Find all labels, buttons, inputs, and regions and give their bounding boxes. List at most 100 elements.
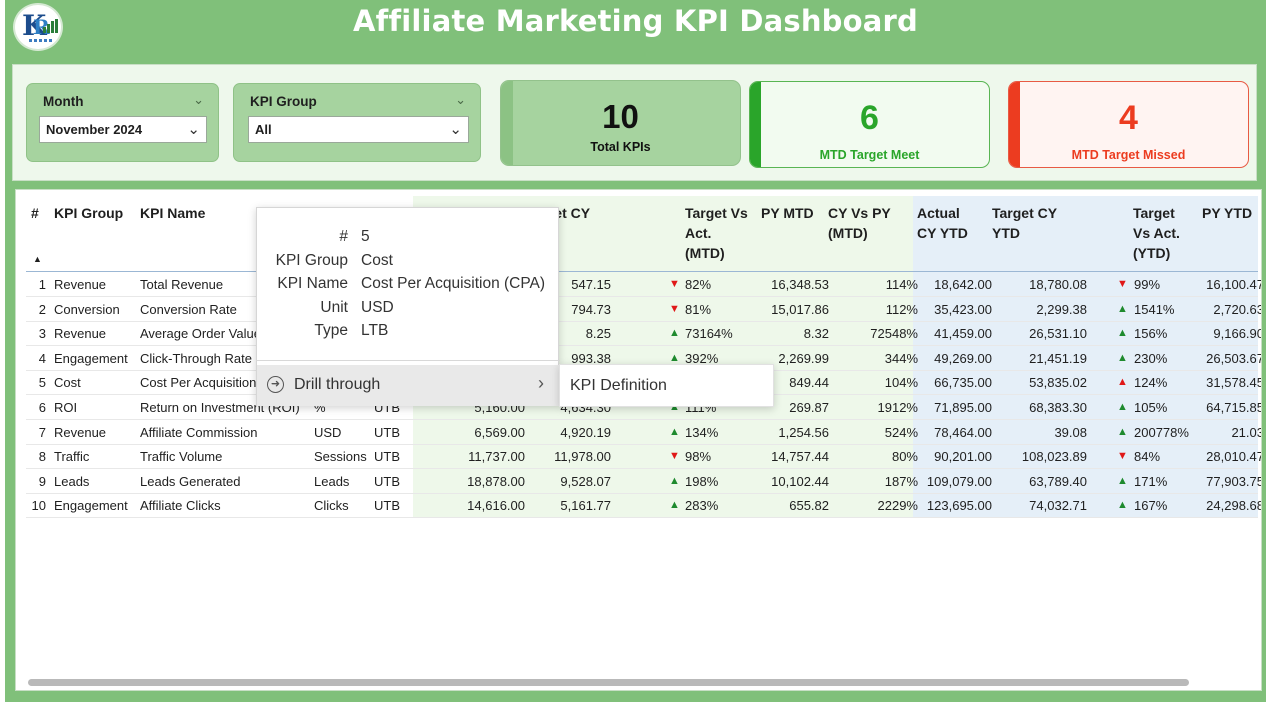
table-row[interactable]: 10 Engagement Affiliate Clicks Clicks UTB 14,… [26,494,1261,519]
cell-target-cy-ytd: 108,023.89 [1021,449,1087,465]
cell-type: UTB [374,449,400,465]
cell-cy-vs-py-mtd: 104% [884,375,918,391]
cell-actual-cy-mtd: 11,737.00 [468,449,525,465]
cell-target-cy-ytd: 26,531.10 [1029,326,1087,342]
cell-kpi-name: Affiliate Commission [140,424,258,440]
table-row[interactable]: 8 Traffic Traffic Volume Sessions UTB 11,737.… [26,445,1261,470]
cell-index: 1 [38,277,46,292]
cell-target-vs-act-ytd: 167% [1134,498,1168,514]
table-row[interactable]: 9 Leads Leads Generated Leads UTB 18,878.00 9,… [26,470,1261,494]
cell-actual-cy-ytd: 123,695.00 [926,498,992,514]
arrow-up-ytd-status-icon: ▲ [1117,351,1128,364]
arrow-up-mtd-status-icon: ▲ [669,425,680,438]
cell-cy-vs-py-mtd: 1912% [877,400,918,415]
header-target-vs-act-ytd[interactable]: Target Vs Act. (YTD) [1133,203,1180,263]
tooltip-field-value: 5 [361,228,370,245]
cell-target-cy-ytd: 21,451.19 [1029,350,1087,366]
header-actual-cy-ytd[interactable]: Actual CY YTD [917,203,968,243]
cell-py-ytd: 2,720.63 [1213,301,1262,317]
drill-through-menu-item[interactable]: ➜ Drill through › [257,365,560,406]
mtd-target-meet-card: 6 MTD Target Meet [749,81,990,168]
chevron-down-icon[interactable]: ⌄ [193,92,204,108]
tooltip-field-value: Cost [361,251,393,269]
month-dropdown[interactable]: November 2024 ⌄ [39,116,207,143]
kpi-table[interactable]: # ▲ KPI Group KPI Name Unit Type Actual … [15,189,1262,691]
mtd-target-missed-card: 4 MTD Target Missed [1008,81,1249,168]
row-tooltip: #5 KPI Group Cost KPI Name Cost Per Acquisit… [256,207,560,406]
cell-kpi-group: Revenue [54,424,107,440]
cell-actual-cy-ytd: 109,079.00 [926,473,992,489]
kpi-group-dropdown[interactable]: All ⌄ [248,116,469,143]
kpi-group-value: All [255,122,272,137]
cell-py-mtd: 16,348.53 [771,277,829,292]
header-py-ytd[interactable]: PY YTD [1202,203,1252,223]
cell-cy-vs-py-mtd: 112% [885,301,918,317]
cell-unit: Leads [314,473,350,489]
header-kpi-name[interactable]: KPI Name [140,203,205,223]
arrow-up-ytd-status-icon: ▲ [1117,425,1128,438]
mtd-target-meet-value: 6 [860,99,879,137]
cell-kpi-group: Conversion [54,301,120,317]
kpi-definition-menu-item[interactable]: KPI Definition [570,377,667,395]
cell-cy-vs-py-mtd: 2229% [877,498,918,514]
header-divider [26,271,1258,272]
table-row[interactable]: 7 Revenue Affiliate Commission USD UTB 6,569.… [26,421,1261,445]
arrow-up-mtd-status-icon: ▲ [669,499,680,512]
cell-actual-cy-ytd: 41,459.00 [934,326,992,342]
tooltip-divider [257,360,560,361]
cell-target-cy-ytd: 2,299.38 [1036,301,1087,317]
cell-py-ytd: 21.03 [1231,424,1262,440]
header-cy-vs-py-mtd[interactable]: CY Vs PY (MTD) [828,203,891,243]
cell-target-vs-act-ytd: 124% [1134,375,1168,391]
header-target-cy-ytd[interactable]: Target CY YTD [992,203,1057,243]
arrow-down-mtd-status-icon: ▼ [669,450,680,463]
cell-actual-cy-ytd: 90,201.00 [934,449,992,465]
arrow-up-ytd-status-icon: ▲ [1117,376,1128,389]
cell-cy-vs-py-mtd: 80% [891,449,918,465]
cell-target-vs-act-ytd: 200778% [1134,424,1189,440]
cell-index: 8 [38,449,46,465]
cell-py-ytd: 31,578.45 [1206,375,1262,391]
header-kpi-group[interactable]: KPI Group [54,203,123,223]
cell-kpi-group: ROI [54,400,78,415]
arrow-up-ytd-status-icon: ▲ [1117,499,1128,512]
cell-actual-cy-ytd: 71,895.00 [934,400,992,415]
cell-target-vs-act-ytd: 84% [1134,449,1161,465]
tooltip-field-value: USD [361,298,394,316]
table-row[interactable]: 1 Revenue Total Revenue 547.15 82% 16,348.53 1… [26,273,1261,297]
cell-target-cy-mtd: 9,528.07 [560,473,611,489]
arrow-up-ytd-status-icon: ▲ [1117,401,1128,413]
cell-target-cy-ytd: 39.08 [1054,424,1087,440]
cell-py-ytd: 26,503.67 [1206,350,1262,366]
cell-py-mtd: 1,254.56 [778,424,829,440]
cell-kpi-group: Revenue [54,326,107,342]
tooltip-field-key: # [339,228,348,245]
cell-target-vs-act-ytd: 105% [1134,400,1168,415]
month-slicer[interactable]: Month ⌄ November 2024 ⌄ [26,83,219,162]
table-row[interactable]: 3 Revenue Average Order Value 8.25 73164% 8.3… [26,322,1261,347]
kpi-group-slicer[interactable]: KPI Group ⌄ All ⌄ [233,83,481,162]
chevron-down-icon: ⌄ [449,121,462,138]
tooltip-field-value: Cost Per Acquisition (CPA) [361,275,546,292]
cell-type: UTB [374,473,400,489]
tooltip-field-value: LTB [361,322,389,339]
header-py-mtd[interactable]: PY MTD [761,203,814,223]
cell-index: 3 [38,326,46,342]
drill-through-icon: ➜ [267,376,284,393]
tooltip-field-key: Unit [320,298,348,316]
cell-actual-cy-ytd: 49,269.00 [934,350,992,366]
tooltip-field: KPI Group Cost [257,252,560,275]
total-kpis-card: 10 Total KPIs [500,80,741,166]
cell-cy-vs-py-mtd: 114% [885,277,918,292]
header-target-vs-act-mtd[interactable]: Target Vs Act. (MTD) [685,203,748,263]
sort-ascending-icon[interactable]: ▲ [33,254,42,264]
header-index[interactable]: # [31,203,39,223]
cell-index: 7 [38,424,46,440]
cell-target-cy-ytd: 63,789.40 [1029,473,1087,489]
chevron-down-icon[interactable]: ⌄ [455,92,466,108]
horizontal-scrollbar[interactable] [28,679,1189,686]
mtd-target-missed-label: MTD Target Missed [1071,148,1186,162]
table-row[interactable]: 2 Conversion Conversion Rate 794.73 81% 15,01… [26,298,1261,322]
arrow-up-mtd-status-icon: ▲ [669,351,680,364]
cell-cy-vs-py-mtd: 72548% [870,326,918,342]
